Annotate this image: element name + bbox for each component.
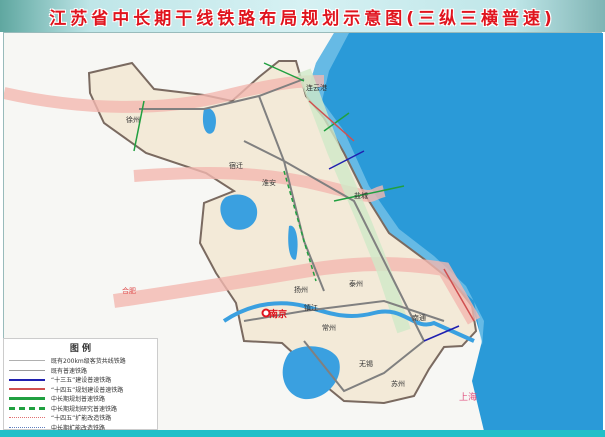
legend-swatch bbox=[9, 360, 45, 362]
legend-heading: 图 例 bbox=[69, 344, 92, 354]
legend-swatch bbox=[9, 369, 45, 371]
capital-label: 南京 bbox=[269, 310, 288, 320]
city-label: 宿迁 bbox=[229, 162, 243, 170]
map-title: 江苏省中长期干线铁路布局规划示意图(三纵三横普速) bbox=[49, 8, 556, 29]
legend-swatch bbox=[9, 397, 45, 401]
city-label: 常州 bbox=[322, 324, 336, 332]
legend: 图 例 既有200km级客货共线铁路 既有普速铁路 “十三五”建设普速铁路 “十… bbox=[3, 338, 158, 432]
legend-label: “十四五”规划建设普速铁路 bbox=[51, 386, 124, 394]
legend-item: “十四五”规划建设普速铁路 bbox=[9, 385, 152, 395]
legend-label: 中长期规划普速铁路 bbox=[51, 396, 106, 404]
legend-item: 既有普速铁路 bbox=[9, 366, 152, 376]
city-label: 徐州 bbox=[126, 116, 140, 124]
legend-swatch bbox=[9, 388, 45, 391]
legend-item: 既有200km级客货共线铁路 bbox=[9, 356, 152, 366]
city-label: 合肥 bbox=[122, 287, 136, 295]
city-label: 南通 bbox=[412, 314, 426, 322]
city-label: 上海 bbox=[459, 393, 478, 403]
legend-swatch bbox=[9, 406, 45, 410]
legend-swatch bbox=[9, 426, 45, 428]
city-label: 镇江 bbox=[304, 304, 318, 312]
legend-label: 中长期规划研究普速铁路 bbox=[51, 405, 118, 413]
legend-item: 中长期规划普速铁路 bbox=[9, 394, 152, 404]
legend-swatch bbox=[9, 417, 45, 419]
legend-label: 既有200km级客货共线铁路 bbox=[51, 358, 126, 366]
legend-label: “十四五”扩能改造铁路 bbox=[51, 415, 112, 423]
legend-swatch bbox=[9, 378, 45, 381]
legend-item: “十三五”建设普速铁路 bbox=[9, 375, 152, 385]
city-label: 连云港 bbox=[306, 84, 327, 92]
legend-item: 中长期规划研究普速铁路 bbox=[9, 404, 152, 414]
bottom-border bbox=[0, 430, 605, 437]
city-label: 泰州 bbox=[349, 280, 363, 288]
legend-label: 既有普速铁路 bbox=[51, 367, 88, 375]
city-label: 苏州 bbox=[391, 380, 405, 388]
city-label: 扬州 bbox=[294, 286, 308, 294]
city-label: 无锡 bbox=[359, 360, 373, 368]
city-label: 淮安 bbox=[262, 179, 276, 187]
city-label: 盐城 bbox=[354, 192, 368, 200]
legend-label: “十三五”建设普速铁路 bbox=[51, 377, 112, 385]
title-bar: 江苏省中长期干线铁路布局规划示意图(三纵三横普速) bbox=[0, 0, 605, 32]
legend-item: “十四五”扩能改造铁路 bbox=[9, 413, 152, 423]
